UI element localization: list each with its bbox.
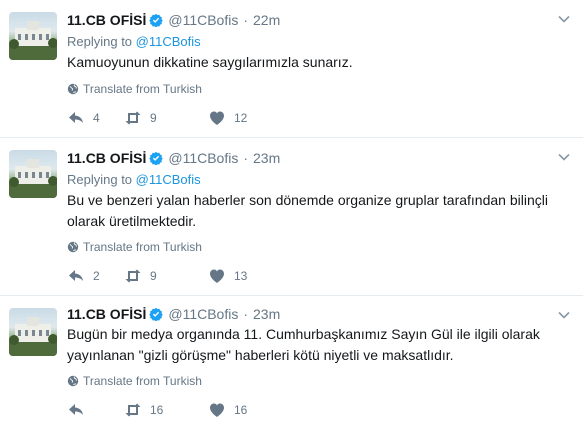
retweet-count: 9: [150, 269, 157, 283]
like-button[interactable]: 16: [208, 401, 268, 419]
retweet-button[interactable]: 9: [124, 109, 208, 127]
translate-link[interactable]: Translate from Turkish: [67, 374, 202, 388]
tweet-text: Kamuoyunun dikkatine saygılarımızla suna…: [67, 54, 353, 70]
timestamp[interactable]: 22m: [253, 12, 280, 28]
globe-icon: [67, 83, 79, 95]
display-name[interactable]: 11.CB OFİSİ: [67, 12, 146, 28]
tweet-text: Bu ve benzeri yalan haberler son dönemde…: [67, 192, 548, 229]
display-name[interactable]: 11.CB OFİSİ: [67, 150, 146, 166]
avatar[interactable]: [9, 150, 57, 198]
retweet-icon: [125, 269, 141, 283]
heart-icon: [210, 403, 224, 417]
retweet-icon: [125, 111, 141, 125]
translate-link[interactable]: Translate from Turkish: [67, 240, 202, 254]
tweet[interactable]: 11.CB OFİSİ @11CBofis · 23m Replying to …: [0, 138, 583, 296]
chevron-down-icon[interactable]: [557, 308, 571, 322]
verified-badge-icon: [149, 151, 164, 165]
reply-icon: [69, 112, 83, 123]
like-count: 13: [234, 269, 248, 283]
chevron-down-icon[interactable]: [557, 12, 571, 26]
like-button[interactable]: 12: [208, 109, 268, 127]
replying-to: Replying to @11CBofis: [67, 34, 201, 49]
reply-icon: [69, 404, 83, 415]
translate-label: Translate from Turkish: [83, 82, 202, 96]
display-name[interactable]: 11.CB OFİSİ: [67, 306, 146, 322]
separator: ·: [243, 150, 249, 166]
timestamp[interactable]: 23m: [253, 150, 280, 166]
replying-to: Replying to @11CBofis: [67, 172, 201, 187]
translate-link[interactable]: Translate from Turkish: [67, 82, 202, 96]
retweet-count: 16: [150, 403, 164, 417]
retweet-button[interactable]: 16: [124, 401, 208, 419]
translate-label: Translate from Turkish: [83, 240, 202, 254]
verified-badge-icon: [149, 307, 164, 321]
chevron-down-icon[interactable]: [557, 150, 571, 164]
tweet[interactable]: 11.CB OFİSİ @11CBofis · 22m Replying to …: [0, 0, 583, 138]
separator: ·: [243, 306, 249, 322]
reply-button[interactable]: 2: [67, 267, 124, 285]
like-count: 12: [234, 111, 248, 125]
separator: ·: [243, 12, 249, 28]
retweet-count: 9: [150, 111, 157, 125]
avatar[interactable]: [9, 12, 57, 60]
tweet-text: Bugün bir medya organında 11. Cumhurbaşk…: [67, 326, 540, 363]
replying-prefix: Replying to: [67, 34, 133, 49]
replying-to-link[interactable]: @11CBofis: [136, 34, 201, 49]
like-count: 16: [234, 403, 248, 417]
timestamp[interactable]: 23m: [253, 306, 280, 322]
reply-icon: [69, 270, 83, 281]
globe-icon: [67, 375, 79, 387]
translate-label: Translate from Turkish: [83, 374, 202, 388]
reply-count: 2: [93, 269, 100, 283]
tweet[interactable]: 11.CB OFİSİ @11CBofis · 23m Bugün bir me…: [0, 296, 583, 426]
heart-icon: [210, 111, 224, 125]
handle[interactable]: @11CBofis: [168, 150, 238, 166]
heart-icon: [210, 269, 224, 283]
reply-button[interactable]: 4: [67, 109, 124, 127]
reply-count: 4: [93, 111, 100, 125]
reply-button[interactable]: [67, 401, 124, 419]
replying-prefix: Replying to: [67, 172, 133, 187]
handle[interactable]: @11CBofis: [168, 12, 238, 28]
retweet-button[interactable]: 9: [124, 267, 208, 285]
retweet-icon: [125, 403, 141, 417]
globe-icon: [67, 241, 79, 253]
verified-badge-icon: [149, 13, 164, 27]
avatar[interactable]: [9, 308, 57, 356]
replying-to-link[interactable]: @11CBofis: [136, 172, 201, 187]
like-button[interactable]: 13: [208, 267, 268, 285]
handle[interactable]: @11CBofis: [168, 306, 238, 322]
